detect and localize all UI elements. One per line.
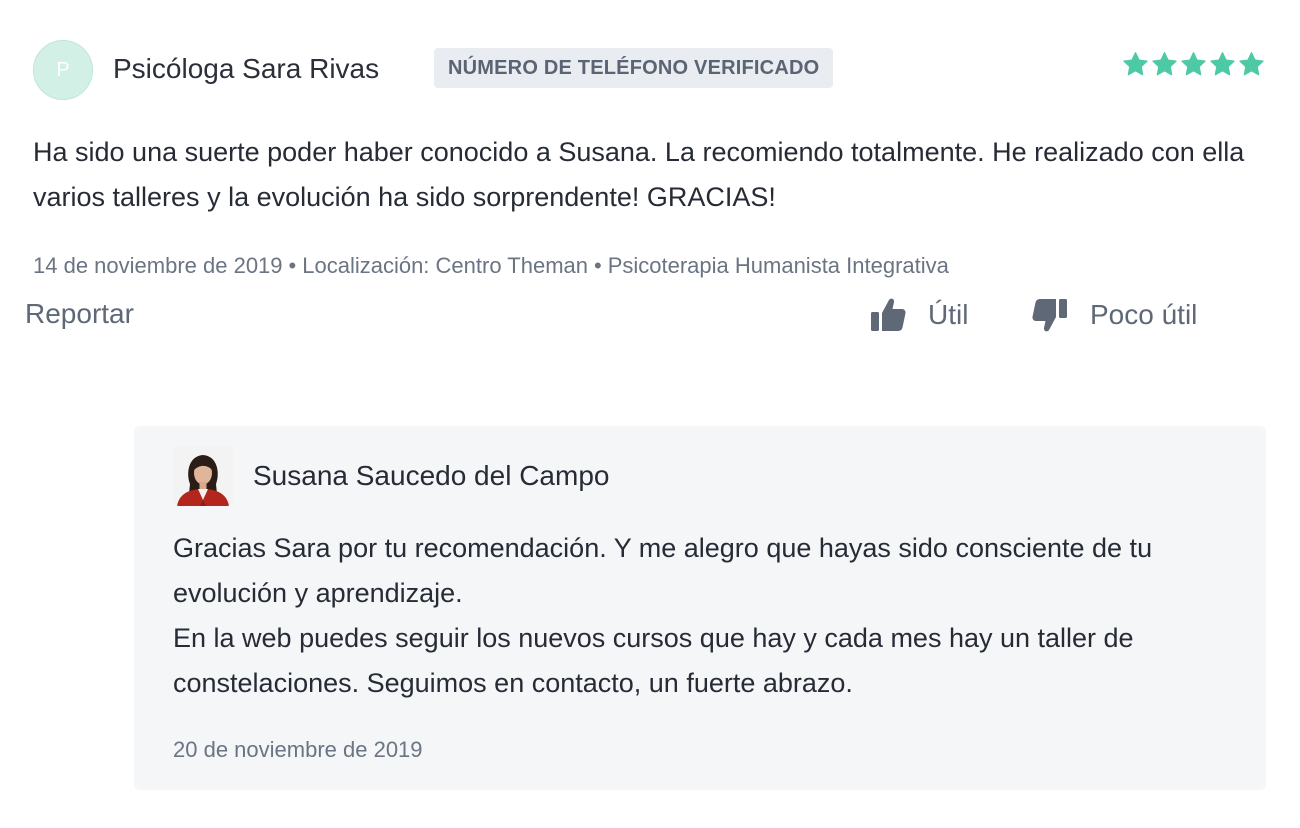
review-service: Psicoterapia Humanista Integrativa bbox=[607, 253, 949, 278]
reviewer-name: Psicóloga Sara Rivas bbox=[113, 53, 380, 84]
review-text: Ha sido una suerte poder haber conocido … bbox=[33, 137, 1245, 212]
reply-author-avatar bbox=[173, 446, 233, 506]
star-icon bbox=[1123, 52, 1148, 76]
report-link[interactable]: Reportar bbox=[25, 298, 134, 330]
meta-separator: • bbox=[288, 253, 297, 278]
professional-reply: Susana Saucedo del Campo Gracias Sara po… bbox=[134, 426, 1266, 790]
reply-author-name: Susana Saucedo del Campo bbox=[253, 460, 610, 491]
meta-separator: • bbox=[594, 253, 602, 278]
review-meta: 14 de noviembre de 2019 • Localización: Ce… bbox=[33, 253, 949, 279]
review-header: P Psicóloga Sara Rivas NÚMERO DE TELÉFON… bbox=[33, 40, 1267, 100]
not-useful-button[interactable]: Poco útil bbox=[1030, 295, 1197, 335]
review-location: Localización: Centro Theman bbox=[302, 253, 588, 278]
star-icon bbox=[1210, 52, 1235, 76]
star-icon bbox=[1152, 52, 1177, 76]
reply-text: Gracias Sara por tu recomendación. Y me … bbox=[173, 526, 1253, 706]
reply-date: 20 de noviembre de 2019 bbox=[173, 737, 423, 762]
thumbs-up-icon bbox=[871, 298, 906, 331]
review-actions: Reportar Útil Poco útil bbox=[25, 295, 1207, 339]
star-icon bbox=[1181, 52, 1206, 76]
reply-paragraph: Gracias Sara por tu recomendación. Y me … bbox=[173, 533, 1153, 608]
not-useful-label: Poco útil bbox=[1090, 299, 1198, 330]
useful-label: Útil bbox=[928, 299, 969, 330]
review-date: 14 de noviembre de 2019 bbox=[33, 253, 283, 278]
star-rating bbox=[1122, 51, 1265, 78]
review-card: P Psicóloga Sara Rivas NÚMERO DE TELÉFON… bbox=[33, 40, 1267, 278]
avatar-initial: P bbox=[56, 58, 70, 81]
avatar: P bbox=[33, 40, 93, 100]
star-icon bbox=[1239, 52, 1264, 76]
reply-paragraph: En la web puedes seguir los nuevos curso… bbox=[173, 623, 1134, 698]
verified-phone-badge: NÚMERO DE TELÉFONO VERIFICADO bbox=[434, 48, 834, 88]
useful-button[interactable]: Útil bbox=[868, 295, 968, 335]
thumbs-down-icon bbox=[1032, 299, 1067, 332]
portrait-image bbox=[173, 446, 233, 506]
